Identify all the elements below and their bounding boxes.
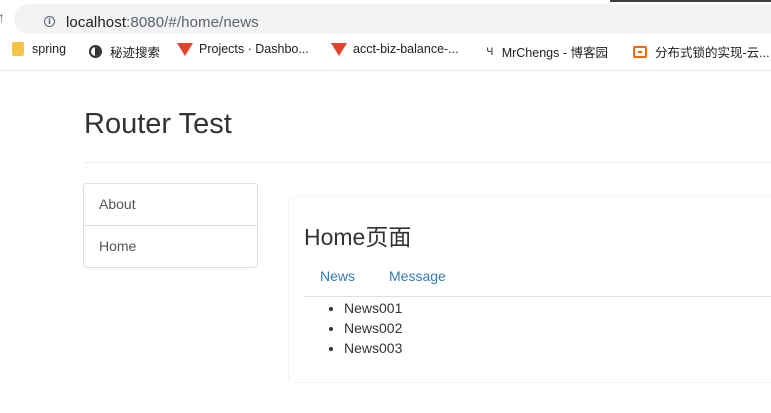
- bookmark-label: 分布式锁的实现-云...: [655, 46, 770, 60]
- address-bar[interactable]: i localhost:8080/#/home/news: [14, 4, 771, 34]
- bookmark-label: MrChengs - 博客园: [501, 46, 608, 60]
- browser-chrome: ↑ i localhost:8080/#/home/news spring 秘迹…: [0, 0, 771, 70]
- window-edge: [610, 0, 771, 2]
- mijisou-icon: [89, 45, 102, 58]
- url-host: localhost: [66, 14, 127, 31]
- cnblogs-icon: ч: [486, 44, 494, 59]
- bookmark-acct-biz-balance[interactable]: acct-biz-balance-...: [331, 42, 459, 56]
- bookmark-label: spring: [32, 42, 67, 56]
- title-divider: [84, 162, 771, 163]
- side-nav: About Home: [83, 183, 258, 268]
- list-item: News001: [344, 298, 402, 318]
- bookmark-label: acct-biz-balance-...: [353, 42, 459, 56]
- bookmark-label: 秘迹搜索: [110, 46, 161, 60]
- list-item: News003: [344, 338, 402, 358]
- list-item: News002: [344, 318, 402, 338]
- gitlab-icon: [177, 42, 193, 56]
- bookmarks-bar: spring 秘迹搜索 Projects · Dashbo... acct-bi…: [0, 38, 771, 64]
- up-arrow-icon[interactable]: ↑: [0, 9, 5, 25]
- chrome-divider: [0, 70, 771, 71]
- page-title: Router Test: [84, 108, 232, 140]
- bookmark-label: Projects · Dashbo...: [199, 42, 309, 56]
- url-text[interactable]: localhost:8080/#/home/news: [66, 14, 259, 31]
- bookmark-mijisou[interactable]: 秘迹搜索: [89, 42, 160, 61]
- tab-news[interactable]: News: [320, 268, 355, 284]
- nav-item-home[interactable]: Home: [84, 226, 257, 267]
- gitlab-icon: [331, 42, 347, 56]
- home-heading: Home页面: [304, 224, 412, 250]
- bookmark-projects-dashboard[interactable]: Projects · Dashbo...: [177, 42, 309, 56]
- bookmark-mrchengs[interactable]: ч MrChengs - 博客园: [486, 42, 608, 61]
- news-list: News001 News002 News003: [304, 298, 402, 358]
- folder-icon: [12, 42, 24, 56]
- bookmark-spring[interactable]: spring: [12, 42, 66, 56]
- nav-item-about[interactable]: About: [84, 184, 257, 226]
- aliyun-icon: [633, 45, 647, 58]
- url-path: :8080/#/home/news: [126, 14, 259, 31]
- bookmark-aliyun[interactable]: 分布式锁的实现-云...: [633, 42, 770, 61]
- home-tabs: News Message: [304, 262, 771, 297]
- info-icon[interactable]: i: [44, 16, 55, 27]
- tab-message[interactable]: Message: [389, 268, 446, 284]
